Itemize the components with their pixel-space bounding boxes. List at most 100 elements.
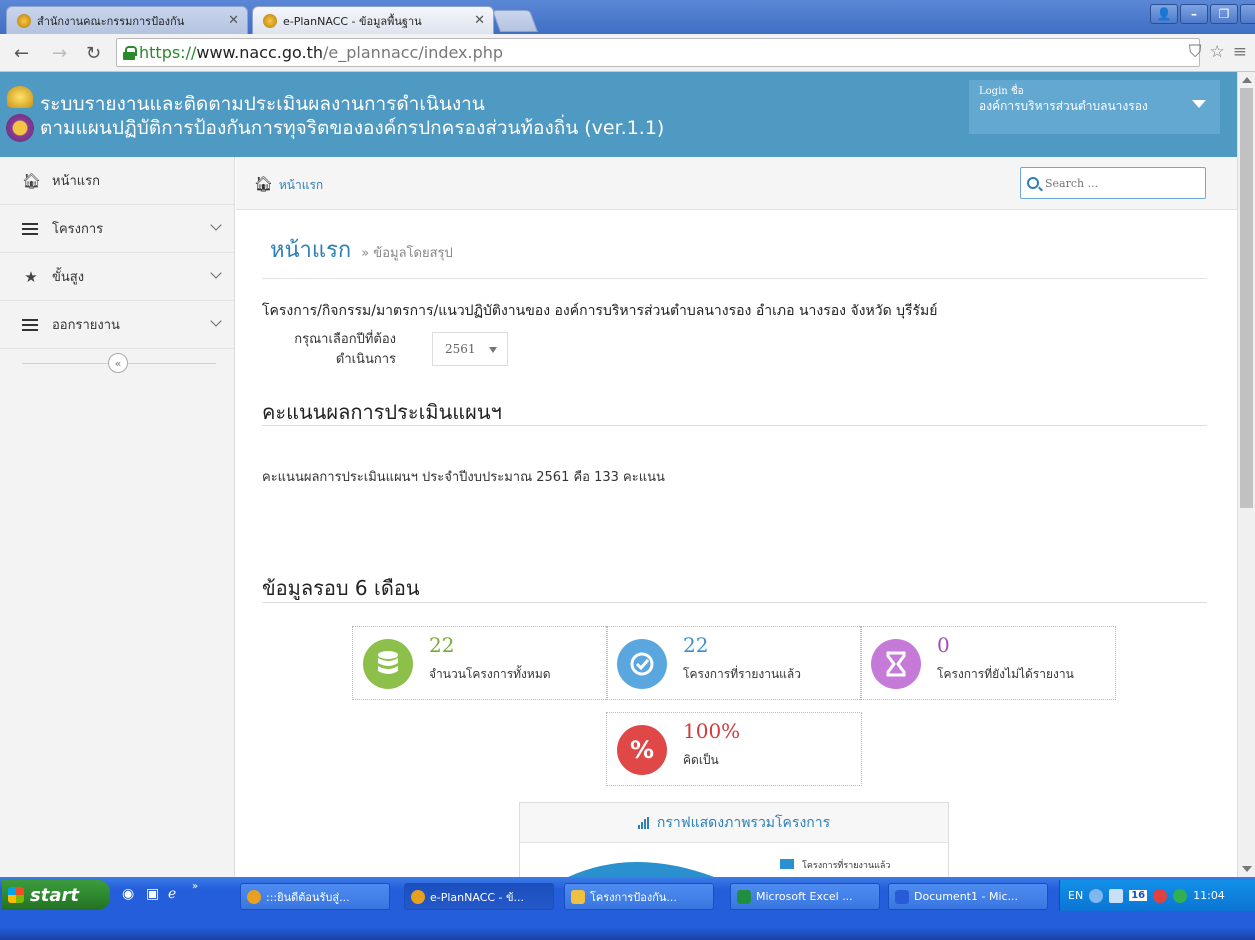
address-bar-icons: ⛉ ☆ ≡ [1189,42,1247,62]
project-heading: โครงการ/กิจกรรม/มาตรการ/แนวปฏิบัติงานของ… [262,303,938,319]
taskbar-item-folder[interactable]: โครงการป้องกัน... [564,883,714,910]
page-subtitle: » ข้อมูลโดยสรุป [361,246,453,261]
year-select[interactable]: 2561 [432,332,508,366]
system-tray: EN 16 11:04 [1059,880,1255,911]
chrome-icon [247,889,261,904]
taskbar-item-excel[interactable]: Microsoft Excel ... [730,883,880,910]
taskbar-item-word[interactable]: Document1 - Mic... [888,883,1048,910]
site-title-line2: ตามแผนปฏิบัติการป้องกันการทุจริตขององค์ก… [40,117,665,139]
taskbar-item-welcome[interactable]: :::ยินดีต้อนรับสู่... [240,883,390,910]
language-indicator[interactable]: EN [1068,889,1083,902]
sidebar-item-reports[interactable]: ออกรายงาน [0,301,234,349]
sidebar-item-advanced[interactable]: ★ ขั้นสูง [0,253,234,301]
bookmark-star-icon[interactable]: ☆ [1210,42,1225,62]
url-host: www.nacc.go.th [196,43,324,62]
start-button[interactable]: start [2,880,110,910]
chart-panel-header: กราฟแสดงภาพรวมโครงการ [520,803,948,843]
show-desktop-icon[interactable]: ▣ [146,886,159,902]
forward-arrow-icon[interactable]: → [52,43,67,64]
year-select-value: 2561 [445,342,476,356]
divider [262,278,1207,279]
page-scrollbar[interactable] [1237,72,1255,877]
search-box[interactable] [1020,167,1206,199]
clock: 11:04 [1193,889,1225,902]
home-icon: 🏠︎ [254,175,274,193]
new-tab-button[interactable] [491,10,539,32]
star-icon: ★ [24,267,38,286]
ie-browser-icon[interactable]: ℯ [168,886,176,902]
sidebar-item-home[interactable]: 🏠︎ หน้าแรก [0,157,234,205]
login-dropdown[interactable]: Login ชื่อ องค์การบริหารส่วนตำบลนางรอง [969,80,1220,134]
stat-value: 22 [429,633,455,657]
sidebar-collapse-row: « [0,349,234,383]
login-label: Login ชื่อ [979,86,1024,97]
close-window-button[interactable]: ✕ [1240,4,1255,24]
reload-icon[interactable]: ↻ [86,43,101,64]
breadcrumb-home[interactable]: หน้าแรก [279,178,323,192]
chart-slice-reported [568,862,714,877]
stat-label: โครงการที่รายงานแล้ว [683,667,801,681]
stat-value: 0 [937,633,950,657]
list-icon [22,318,38,331]
score-text: คะแนนผลการประเมินแผนฯ ประจำปีงบประมาณ 25… [262,470,665,485]
scrollbar-thumb[interactable] [1240,88,1253,508]
taskbar-item-eplan[interactable]: e-PlanNACC - ข้... [404,883,554,910]
url-path: /e_plannacc/index.php [323,43,504,62]
scroll-up-arrow-icon[interactable] [1242,77,1252,83]
divider [262,602,1207,603]
maximize-button[interactable]: ❐ [1210,4,1238,24]
search-icon [1027,177,1039,189]
sidebar-item-label: โครงการ [52,222,104,237]
close-tab-icon[interactable]: ✕ [228,13,239,28]
chevron-down-icon [210,219,222,231]
home-icon: 🏠︎ [22,171,42,190]
six-month-section-title: ข้อมูลรอบ 6 เดือน [262,576,420,600]
bar-chart-icon [637,816,649,829]
chart-panel: กราฟแสดงภาพรวมโครงการ โครงการที่รายงานแล… [519,802,949,877]
shield-icon[interactable]: ⛉ [1189,42,1202,62]
chrome-icon [411,889,425,904]
minimize-button[interactable]: – [1180,4,1208,24]
task-label: Document1 - Mic... [914,890,1019,903]
nacc-favicon-icon [263,13,277,28]
security-icon[interactable] [1153,888,1168,903]
year-label-line2: ดำเนินการ [335,352,396,367]
menu-icon[interactable]: ≡ [1233,42,1247,62]
page-title: หน้าแรก » ข้อมูลโดยสรุป [270,232,453,267]
tray-expand-icon[interactable] [1089,888,1104,903]
tray-badge[interactable]: 16 [1129,890,1148,901]
page-title-text: หน้าแรก [270,238,352,263]
url-scheme: https:// [139,43,197,62]
quicklaunch-app-icon[interactable]: ◉ [122,886,134,902]
nacc-favicon-icon [17,13,31,28]
url-field[interactable]: https://www.nacc.go.th/e_plannacc/index.… [116,38,1200,67]
tab-label: สำนักงานคณะกรรมการป้องกัน [37,14,185,28]
folder-icon [571,889,585,904]
search-input[interactable] [1045,176,1195,190]
browser-tab-nacc[interactable]: สำนักงานคณะกรรมการป้องกัน ✕ [6,6,248,34]
stat-total-projects: 22 จำนวนโครงการทั้งหมด [352,626,608,700]
network-icon[interactable] [1109,888,1124,903]
browser-tab-eplan[interactable]: e-PlanNACC - ข้อมูลพื้นฐาน ✕ [252,6,494,34]
nacc-logo [6,86,34,146]
chevron-down-icon [210,315,222,327]
chart-panel-title: กราฟแสดงภาพรวมโครงการ [656,814,831,831]
collapse-sidebar-button[interactable]: « [108,353,128,373]
window-controls: 👤 – ❐ ✕ [1150,4,1255,24]
quicklaunch-more-icon[interactable]: » [192,881,198,892]
user-profile-icon[interactable]: 👤 [1150,4,1178,24]
task-label: e-PlanNACC - ข้... [430,890,525,904]
stat-label: คิดเป็น [683,753,719,767]
back-arrow-icon[interactable]: ← [14,43,29,64]
divider [262,425,1207,426]
percent-icon: % [617,725,667,775]
close-tab-icon[interactable]: ✕ [474,13,485,28]
main-content: หน้าแรก » ข้อมูลโดยสรุป โครงการ/กิจกรรม/… [236,210,1237,877]
status-icon[interactable] [1173,888,1188,903]
scroll-down-arrow-icon[interactable] [1242,866,1252,872]
site-title-line1: ระบบรายงานและติดตามประเมินผลงานการดำเนิน… [40,93,485,115]
chart-area: โครงการที่รายงานแล้ว [568,858,890,877]
sidebar-item-projects[interactable]: โครงการ [0,205,234,253]
breadcrumb[interactable]: 🏠︎ หน้าแรก [254,175,323,195]
hourglass-icon [871,639,921,689]
